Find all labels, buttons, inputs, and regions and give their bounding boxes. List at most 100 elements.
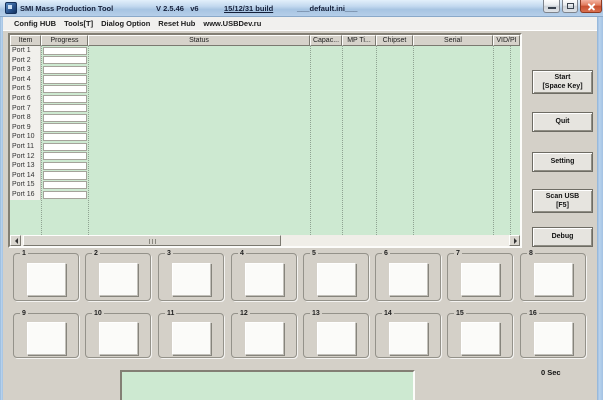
progress-bar (43, 162, 87, 170)
panel-number: 1 (20, 249, 28, 258)
column-header-status[interactable]: Status (88, 35, 310, 46)
port-label: Port 13 (10, 161, 41, 171)
port-label: Port 10 (10, 132, 41, 142)
port-label: Port 9 (10, 123, 41, 133)
window: SMI Mass Production Tool V 2.5.46 v6 15/… (0, 0, 603, 400)
table-row[interactable]: Port 10 (10, 132, 520, 142)
elapsed-time-label: 0 Sec (541, 368, 561, 377)
port-panel-12: 12 (231, 313, 297, 358)
start-button[interactable]: Start [Space Key] (532, 70, 593, 94)
port-panel-2: 2 (85, 253, 151, 301)
panel-number: 14 (382, 309, 394, 318)
table-row[interactable]: Port 1 (10, 46, 520, 56)
column-header-capacity[interactable]: Capac... (310, 35, 342, 46)
port-panel-16: 16 (520, 313, 586, 358)
column-header-serial[interactable]: Serial (413, 35, 493, 46)
arrow-right-icon (514, 238, 520, 244)
panel-slot (461, 322, 500, 355)
table-row[interactable]: Port 3 (10, 65, 520, 75)
panel-number: 9 (20, 309, 28, 318)
panel-slot (27, 322, 66, 355)
quit-button[interactable]: Quit (532, 112, 593, 132)
minimize-icon (548, 7, 556, 9)
table-row[interactable]: Port 2 (10, 56, 520, 66)
title-bar[interactable]: SMI Mass Production Tool V 2.5.46 v6 15/… (0, 0, 603, 17)
port-label: Port 1 (10, 46, 41, 56)
ports-table: Item Progress Status Capac... MP Ti... C… (8, 33, 522, 248)
menu-dialog-option[interactable]: Dialog Option (97, 17, 154, 30)
horizontal-scrollbar[interactable] (10, 235, 520, 246)
maximize-button[interactable] (562, 0, 578, 13)
column-header-chipset[interactable]: Chipset (376, 35, 413, 46)
message-box (120, 370, 415, 400)
port-label: Port 16 (10, 190, 41, 200)
panel-number: 3 (165, 249, 173, 258)
progress-bar (43, 85, 87, 93)
table-row[interactable]: Port 7 (10, 104, 520, 114)
menu-bar: Config HUB Tools[T] Dialog Option Reset … (3, 17, 597, 31)
progress-bar (43, 181, 87, 189)
column-header-item[interactable]: Item (10, 35, 41, 46)
arrow-left-icon (12, 238, 18, 244)
port-label: Port 7 (10, 104, 41, 114)
menu-tools[interactable]: Tools[T] (60, 17, 97, 30)
port-panel-6: 6 (375, 253, 441, 301)
table-row[interactable]: Port 4 (10, 75, 520, 85)
scan-usb-button[interactable]: Scan USB [F5] (532, 189, 593, 213)
panel-number: 7 (454, 249, 462, 258)
menu-usbdev-link[interactable]: www.USBDev.ru (199, 17, 265, 30)
panel-slot (317, 263, 356, 296)
panel-number: 12 (238, 309, 250, 318)
window-border-left (0, 17, 3, 400)
panel-number: 16 (527, 309, 539, 318)
app-icon (5, 2, 17, 14)
progress-bar (43, 171, 87, 179)
panel-number: 8 (527, 249, 535, 258)
table-row[interactable]: Port 13 (10, 161, 520, 171)
panel-number: 2 (92, 249, 100, 258)
build-label: 15/12/31 build (224, 2, 273, 15)
close-button[interactable] (580, 0, 602, 13)
window-border-right (597, 17, 603, 400)
port-label: Port 14 (10, 171, 41, 181)
table-row[interactable]: Port 8 (10, 113, 520, 123)
menu-reset-hub[interactable]: Reset Hub (154, 17, 199, 30)
progress-bar (43, 47, 87, 55)
table-row[interactable]: Port 16 (10, 190, 520, 200)
table-row[interactable]: Port 14 (10, 171, 520, 181)
maximize-icon (567, 3, 574, 9)
scroll-left-button[interactable] (10, 235, 21, 246)
setting-button[interactable]: Setting (532, 152, 593, 172)
port-label: Port 2 (10, 56, 41, 66)
panel-slot (534, 322, 573, 355)
column-header-progress[interactable]: Progress (41, 35, 88, 46)
ini-file-label: ___default.ini___ (297, 2, 357, 15)
panel-number: 13 (310, 309, 322, 318)
panel-number: 6 (382, 249, 390, 258)
debug-button[interactable]: Debug (532, 227, 593, 247)
menu-config-hub[interactable]: Config HUB (10, 17, 60, 30)
scrollbar-thumb[interactable] (23, 235, 281, 246)
minimize-button[interactable] (543, 0, 560, 13)
close-icon (587, 2, 596, 11)
port-panel-5: 5 (303, 253, 369, 301)
table-row[interactable]: Port 9 (10, 123, 520, 133)
panel-slot (99, 322, 138, 355)
port-label: Port 6 (10, 94, 41, 104)
table-row[interactable]: Port 5 (10, 84, 520, 94)
table-row[interactable]: Port 15 (10, 180, 520, 190)
panel-number: 4 (238, 249, 246, 258)
window-title: SMI Mass Production Tool (20, 2, 113, 15)
port-panel-9: 9 (13, 313, 79, 358)
panel-number: 11 (165, 309, 176, 318)
column-header-mp-time[interactable]: MP Ti... (342, 35, 376, 46)
progress-bar (43, 114, 87, 122)
port-panel-13: 13 (303, 313, 369, 358)
column-header-vid-pid[interactable]: VID/PI (493, 35, 520, 46)
panel-number: 10 (92, 309, 104, 318)
scroll-right-button[interactable] (509, 235, 520, 246)
table-row[interactable]: Port 12 (10, 152, 520, 162)
table-row[interactable]: Port 6 (10, 94, 520, 104)
table-row[interactable]: Port 11 (10, 142, 520, 152)
progress-bar (43, 75, 87, 83)
